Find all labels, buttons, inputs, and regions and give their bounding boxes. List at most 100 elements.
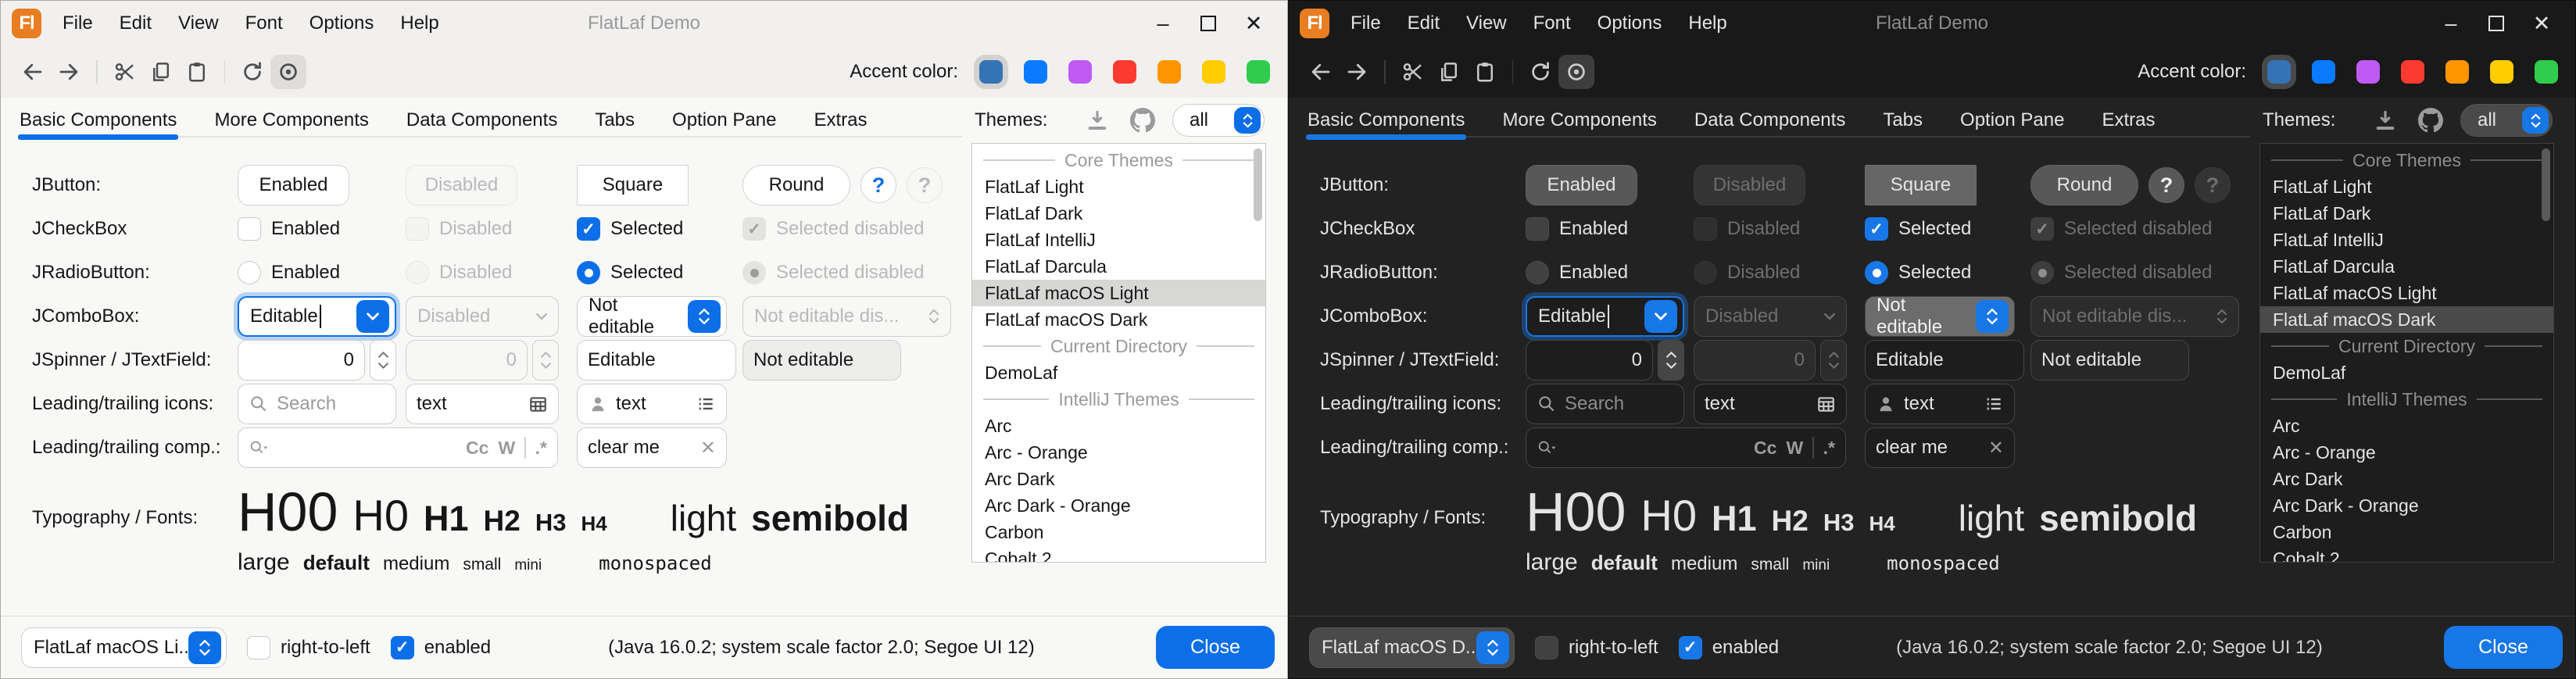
search-dropdown-icon[interactable] xyxy=(249,438,269,458)
close-button[interactable]: Close xyxy=(1156,626,1275,669)
spinner-field[interactable]: 0 xyxy=(238,340,365,381)
tab-tabs[interactable]: Tabs xyxy=(1881,98,1924,143)
tab-option-pane[interactable]: Option Pane xyxy=(1959,98,2066,143)
theme-item[interactable]: Arc - Orange xyxy=(972,439,1265,466)
close-button[interactable]: Close xyxy=(2444,626,2563,669)
menu-font[interactable]: Font xyxy=(1520,1,1584,46)
accent-swatch-green[interactable] xyxy=(1247,60,1270,84)
chevron-down-icon[interactable] xyxy=(1644,300,1677,333)
accent-swatch-default-blue[interactable] xyxy=(2267,60,2291,84)
square-button[interactable]: Square xyxy=(1865,165,1977,205)
accent-swatch-purple[interactable] xyxy=(1068,60,1092,84)
regex-button[interactable]: .* xyxy=(535,438,547,459)
spinner-arrows[interactable] xyxy=(370,340,396,381)
right-to-left-checkbox[interactable]: right-to-left xyxy=(1535,636,1658,659)
tab-more-components[interactable]: More Components xyxy=(1501,98,1658,143)
radio-icon[interactable] xyxy=(238,261,261,284)
textfield-editable[interactable]: Editable xyxy=(1865,340,2024,381)
tab-extras[interactable]: Extras xyxy=(812,98,868,143)
theme-item-selected[interactable]: FlatLaf macOS Dark xyxy=(2260,306,2553,333)
round-button[interactable]: Round xyxy=(2030,165,2138,205)
theme-item[interactable]: FlatLaf macOS Dark xyxy=(972,306,1265,333)
chevron-up-down-icon[interactable] xyxy=(688,300,721,333)
spinner[interactable]: 0 xyxy=(238,340,396,381)
theme-item[interactable]: DemoLaf xyxy=(2260,359,2553,386)
chevron-up-down-icon[interactable] xyxy=(1976,300,2009,333)
refresh-icon[interactable] xyxy=(234,55,270,89)
tab-extras[interactable]: Extras xyxy=(2100,98,2156,143)
tab-data-components[interactable]: Data Components xyxy=(405,98,559,143)
combobox-not-editable[interactable]: Not editable xyxy=(1865,296,2015,337)
scrollbar-thumb[interactable] xyxy=(1254,148,1262,221)
help-button[interactable]: ? xyxy=(2148,167,2184,203)
whole-words-button[interactable]: W xyxy=(498,438,515,459)
enabled-button[interactable]: Enabled xyxy=(1526,165,1637,205)
cut-icon[interactable] xyxy=(107,55,143,89)
menu-options[interactable]: Options xyxy=(1584,1,1676,46)
theme-item-selected[interactable]: FlatLaf macOS Light xyxy=(972,280,1265,306)
menu-font[interactable]: Font xyxy=(232,1,296,46)
theme-item[interactable]: Carbon xyxy=(2260,519,2553,545)
accent-swatch-orange[interactable] xyxy=(1157,60,1181,84)
checkbox-icon[interactable] xyxy=(1535,636,1558,659)
accent-swatch-yellow[interactable] xyxy=(2490,60,2513,84)
clear-icon[interactable]: ✕ xyxy=(1988,437,2004,459)
checkbox-icon[interactable] xyxy=(238,217,261,241)
theme-item[interactable]: FlatLaf Darcula xyxy=(972,253,1265,280)
checkbox-checked-icon[interactable]: ✓ xyxy=(1865,217,1888,241)
accent-swatch-red[interactable] xyxy=(1113,60,1136,84)
combobox-not-editable[interactable]: Not editable xyxy=(577,296,727,337)
theme-item[interactable]: FlatLaf macOS Light xyxy=(2260,280,2553,306)
theme-item[interactable]: FlatLaf Light xyxy=(2260,173,2553,200)
calendar-icon[interactable] xyxy=(1816,394,1836,414)
text-input-user[interactable]: text xyxy=(1865,384,2015,424)
theme-switcher-combo[interactable]: FlatLaf macOS Li... xyxy=(21,627,227,668)
theme-item[interactable]: FlatLaf Dark xyxy=(2260,200,2553,227)
tab-data-components[interactable]: Data Components xyxy=(1693,98,1847,143)
menu-file[interactable]: File xyxy=(1337,1,1394,46)
spinner-field[interactable]: 0 xyxy=(1526,340,1653,381)
theme-item[interactable]: FlatLaf IntelliJ xyxy=(2260,227,2553,253)
tab-basic-components[interactable]: Basic Components xyxy=(1306,98,1466,143)
menu-help[interactable]: Help xyxy=(1675,1,1740,46)
clearable-input[interactable]: clear me✕ xyxy=(1865,427,2015,468)
enabled-button[interactable]: Enabled xyxy=(238,165,349,205)
minimize-button[interactable]: – xyxy=(2428,6,2474,41)
close-window-button[interactable]: ✕ xyxy=(1231,6,1276,41)
round-button[interactable]: Round xyxy=(742,165,850,205)
menu-file[interactable]: File xyxy=(49,1,106,46)
spinner-arrows[interactable] xyxy=(1658,340,1684,381)
text-input-user[interactable]: text xyxy=(577,384,727,424)
accent-swatch-default-blue[interactable] xyxy=(979,60,1003,84)
scrollbar[interactable] xyxy=(2542,148,2550,558)
menu-view[interactable]: View xyxy=(165,1,232,46)
search-input-with-options[interactable]: CcW.* xyxy=(1526,427,1846,468)
theme-item[interactable]: Cobalt 2 xyxy=(972,545,1265,563)
chevron-up-down-icon[interactable] xyxy=(1234,107,1261,134)
chevron-up-down-icon[interactable] xyxy=(1476,631,1509,664)
theme-item[interactable]: FlatLaf Light xyxy=(972,173,1265,200)
text-input-calendar[interactable]: text xyxy=(406,384,559,424)
refresh-icon[interactable] xyxy=(1522,55,1558,89)
theme-item[interactable]: Carbon xyxy=(972,519,1265,545)
combobox-editable[interactable]: Editable xyxy=(238,296,396,337)
tab-option-pane[interactable]: Option Pane xyxy=(671,98,778,143)
search-input[interactable]: Search xyxy=(238,384,396,424)
checkbox-selected[interactable]: ✓Selected xyxy=(577,217,683,241)
theme-item[interactable]: Arc xyxy=(972,413,1265,439)
accent-swatch-orange[interactable] xyxy=(2445,60,2469,84)
help-button[interactable]: ? xyxy=(860,167,896,203)
theme-item[interactable]: FlatLaf Darcula xyxy=(2260,253,2553,280)
textfield-editable[interactable]: Editable xyxy=(577,340,736,381)
theme-item[interactable]: Arc xyxy=(2260,413,2553,439)
radio-selected[interactable]: Selected xyxy=(1865,261,1971,284)
search-dropdown-icon[interactable] xyxy=(1537,438,1557,458)
cut-icon[interactable] xyxy=(1395,55,1431,89)
theme-item[interactable]: Arc Dark xyxy=(972,466,1265,492)
accent-swatch-purple[interactable] xyxy=(2356,60,2380,84)
theme-item[interactable]: Arc Dark - Orange xyxy=(972,492,1265,519)
checkbox-checked-icon[interactable]: ✓ xyxy=(1679,636,1702,659)
paste-icon[interactable] xyxy=(1467,55,1503,89)
theme-item[interactable]: FlatLaf Dark xyxy=(972,200,1265,227)
back-icon[interactable] xyxy=(15,55,51,89)
